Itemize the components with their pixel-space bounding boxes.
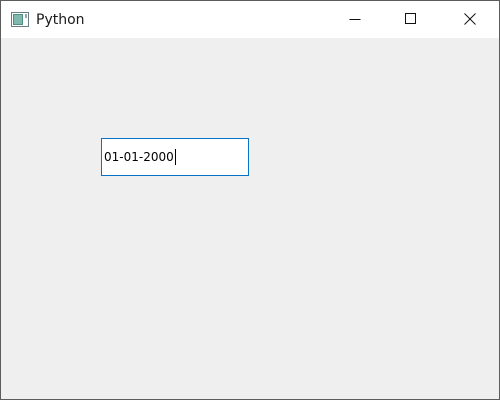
text-caret [174, 149, 176, 165]
app-window: Python 01-01-2000 [0, 0, 500, 400]
date-edit-value: 01-01-2000 [104, 150, 174, 164]
app-window-icon [11, 12, 29, 27]
title-bar[interactable]: Python [1, 1, 499, 38]
window-title: Python [36, 12, 85, 28]
date-edit-field[interactable]: 01-01-2000 [101, 138, 249, 176]
close-button[interactable] [447, 1, 493, 38]
client-area: 01-01-2000 [1, 38, 499, 399]
close-icon [464, 10, 476, 29]
minimize-icon [349, 10, 361, 29]
maximize-button[interactable] [388, 1, 434, 38]
maximize-icon [405, 10, 417, 29]
minimize-button[interactable] [332, 1, 378, 38]
